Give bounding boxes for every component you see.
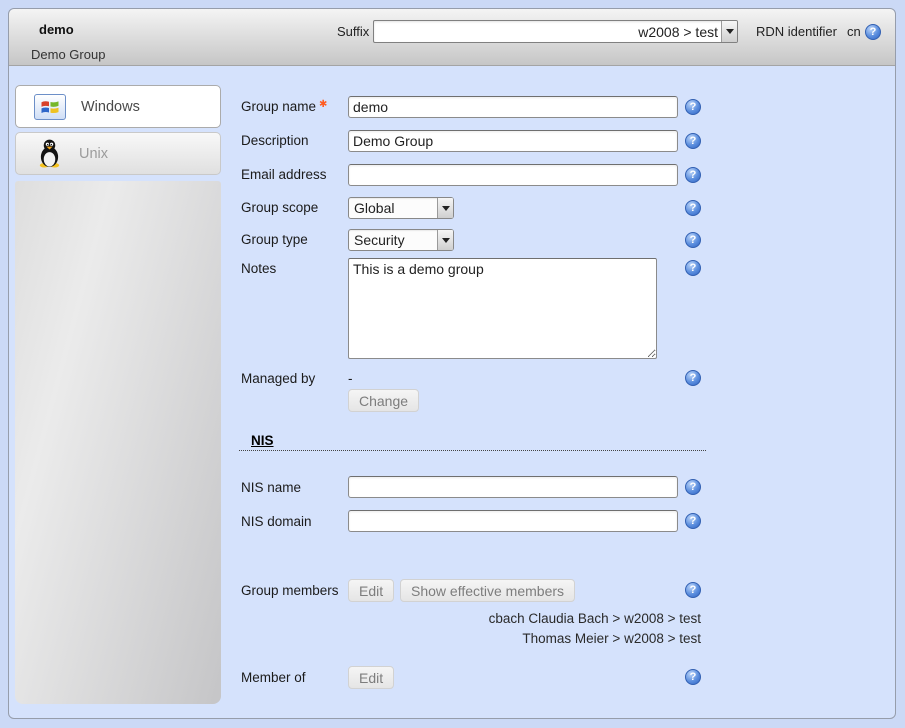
help-icon-rdn[interactable] — [865, 24, 881, 40]
windows-logo-icon — [34, 94, 66, 120]
group-type-label: Group type — [241, 232, 308, 247]
tab-windows-label: Windows — [81, 99, 140, 115]
help-icon-notes[interactable] — [685, 260, 701, 276]
member-item: cbach Claudia Bach > w2008 > test — [301, 609, 701, 629]
nis-section-divider — [239, 450, 706, 451]
nis-name-label: NIS name — [241, 480, 301, 495]
help-icon-group-members[interactable] — [685, 582, 701, 598]
suffix-selected-value: w2008 > test — [374, 24, 721, 40]
tab-windows[interactable]: Windows — [15, 85, 221, 128]
sidebar-panel — [15, 181, 221, 704]
group-name-input[interactable] — [348, 96, 678, 118]
suffix-label: Suffix — [337, 24, 369, 39]
help-icon-group-type[interactable] — [685, 232, 701, 248]
group-type-selected-value: Security — [349, 232, 437, 248]
required-marker-icon: ✱ — [319, 99, 327, 110]
description-label: Description — [241, 133, 309, 148]
rdn-identifier-value: cn — [847, 24, 861, 39]
help-icon-description[interactable] — [685, 133, 701, 149]
help-icon-managed-by[interactable] — [685, 370, 701, 386]
dropdown-arrow-icon — [437, 230, 453, 250]
group-scope-label: Group scope — [241, 200, 318, 215]
help-icon-email[interactable] — [685, 167, 701, 183]
group-type-select[interactable]: Security — [348, 229, 454, 251]
suffix-select[interactable]: w2008 > test — [373, 20, 738, 43]
page-subtitle: Demo Group — [31, 47, 105, 62]
titlebar: demo Demo Group Suffix w2008 > test RDN … — [9, 9, 895, 66]
help-icon-group-name[interactable] — [685, 99, 701, 115]
member-list: cbach Claudia Bach > w2008 > test Thomas… — [301, 609, 701, 649]
notes-label: Notes — [241, 261, 276, 276]
tab-unix[interactable]: Unix — [15, 132, 221, 175]
managed-by-label: Managed by — [241, 371, 315, 386]
help-icon-nis-domain[interactable] — [685, 513, 701, 529]
member-item: Thomas Meier > w2008 > test — [301, 629, 701, 649]
page-title: demo — [39, 22, 74, 37]
tab-unix-label: Unix — [79, 146, 108, 162]
member-of-label: Member of — [241, 670, 306, 685]
help-icon-group-scope[interactable] — [685, 200, 701, 216]
nis-domain-label: NIS domain — [241, 514, 312, 529]
group-scope-selected-value: Global — [349, 200, 437, 216]
page: demo Demo Group Suffix w2008 > test RDN … — [0, 0, 905, 728]
dropdown-arrow-icon — [721, 21, 737, 42]
change-managed-by-button[interactable]: Change — [348, 389, 419, 412]
notes-textarea[interactable]: This is a demo group — [348, 258, 657, 359]
group-members-label: Group members — [241, 583, 339, 598]
group-name-label: Group name✱ — [241, 99, 327, 114]
nis-name-input[interactable] — [348, 476, 678, 498]
managed-by-value: - — [348, 371, 353, 386]
description-input[interactable] — [348, 130, 678, 152]
dropdown-arrow-icon — [437, 198, 453, 218]
show-effective-members-button[interactable]: Show effective members — [400, 579, 575, 602]
help-icon-member-of[interactable] — [685, 669, 701, 685]
tux-icon — [34, 139, 64, 168]
rdn-identifier-label: RDN identifier — [756, 24, 837, 39]
email-address-label: Email address — [241, 167, 327, 182]
edit-member-of-button[interactable]: Edit — [348, 666, 394, 689]
nis-domain-input[interactable] — [348, 510, 678, 532]
nis-section-header: NIS — [251, 433, 274, 448]
group-edit-window: demo Demo Group Suffix w2008 > test RDN … — [8, 8, 896, 719]
edit-members-button[interactable]: Edit — [348, 579, 394, 602]
help-icon-nis-name[interactable] — [685, 479, 701, 495]
group-scope-select[interactable]: Global — [348, 197, 454, 219]
email-address-input[interactable] — [348, 164, 678, 186]
